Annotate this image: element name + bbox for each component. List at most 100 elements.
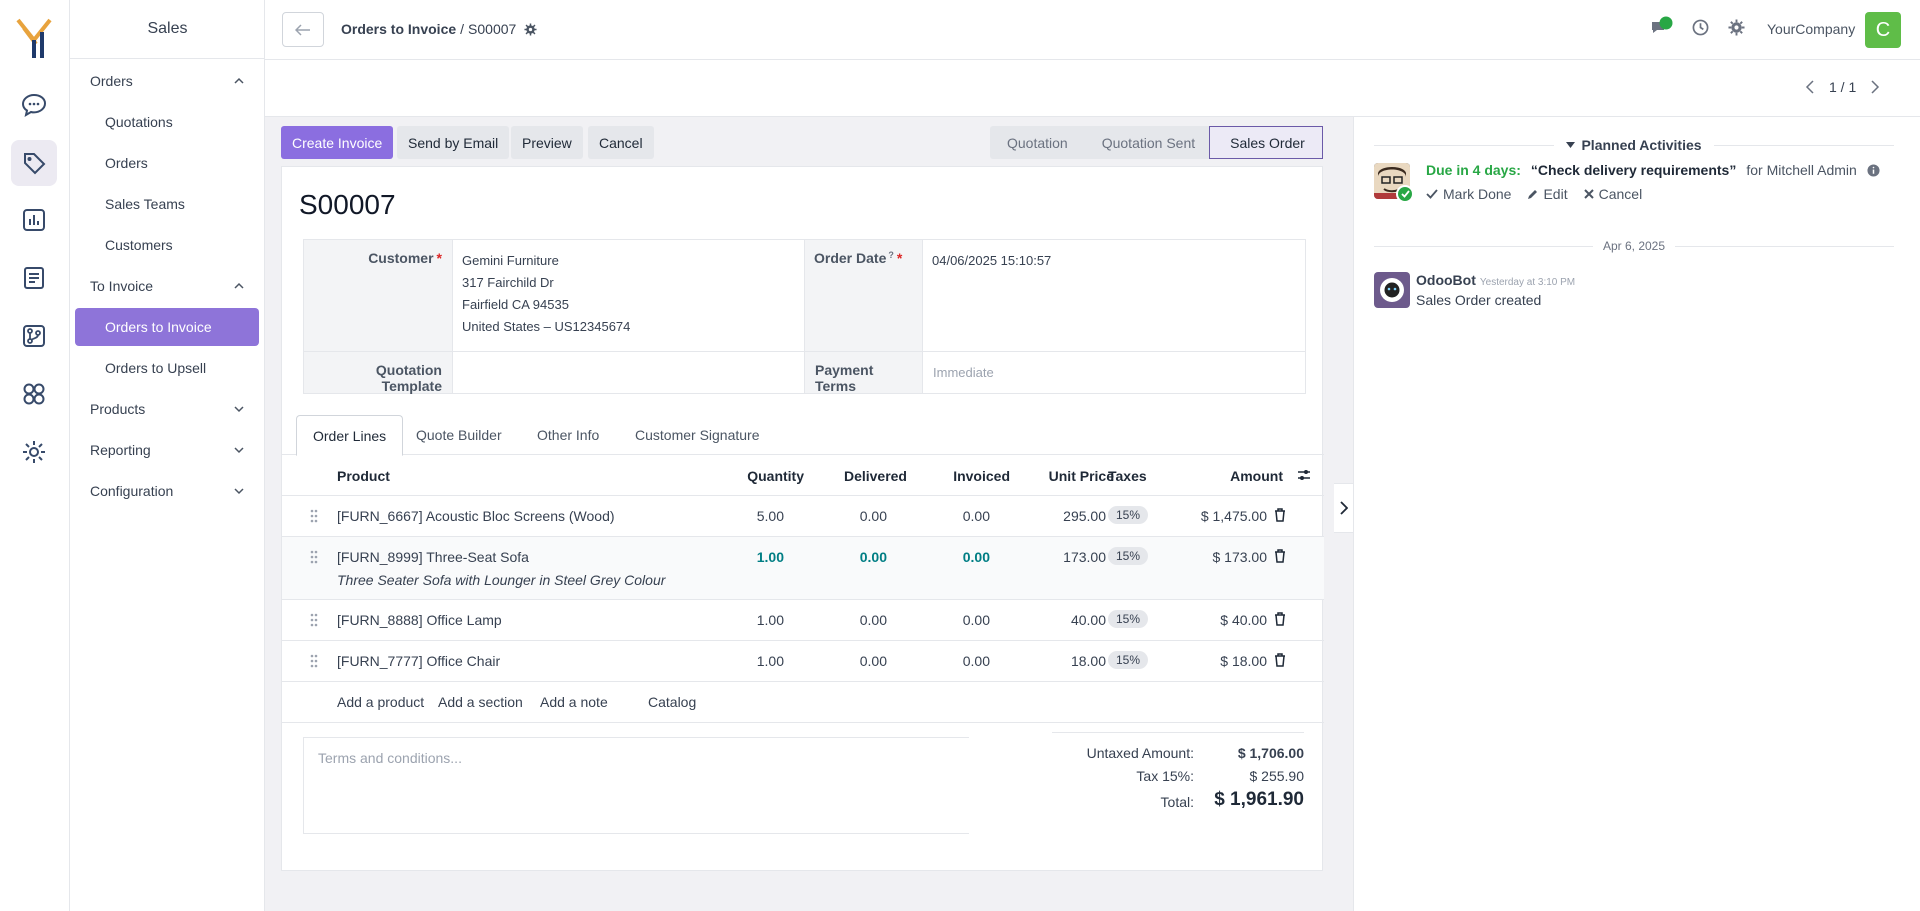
sidebar-item-to-invoice-group[interactable]: To Invoice — [75, 267, 259, 305]
preview-button[interactable]: Preview — [511, 126, 583, 159]
quotation-template-field[interactable] — [453, 352, 804, 393]
add-note-link[interactable]: Add a note — [540, 694, 608, 710]
sidebar-item-orders-to-invoice[interactable]: Orders to Invoice — [75, 308, 259, 346]
table-row[interactable]: [FURN_8999] Three-Seat Sofa Three Seater… — [282, 537, 1324, 600]
optional-columns-icon[interactable] — [1297, 468, 1311, 485]
user-avatar[interactable]: C — [1865, 12, 1901, 48]
cancel-activity-button[interactable]: Cancel — [1583, 186, 1642, 202]
sidebar-item-configuration[interactable]: Configuration — [75, 472, 259, 510]
pager-value[interactable]: 1 / 1 — [1829, 79, 1856, 95]
tab-other-info[interactable]: Other Info — [521, 415, 615, 455]
sidebar-item-customers[interactable]: Customers — [75, 226, 259, 264]
sales-tag-icon[interactable] — [11, 140, 57, 186]
sidebar-item-reporting[interactable]: Reporting — [75, 431, 259, 469]
back-button[interactable] — [282, 12, 324, 47]
drag-handle-icon[interactable] — [310, 508, 318, 527]
tab-order-lines[interactable]: Order Lines — [296, 415, 404, 456]
table-row[interactable]: [FURN_8888] Office Lamp 1.00 0.00 0.00 4… — [282, 600, 1324, 641]
line-invoiced[interactable]: 0.00 — [887, 549, 990, 565]
tax-badge[interactable]: 15% — [1108, 651, 1149, 669]
sidebar-item-orders-to-upsell[interactable]: Orders to Upsell — [75, 349, 259, 387]
mark-done-button[interactable]: Mark Done — [1426, 186, 1511, 202]
column-header-amount[interactable]: Amount — [1162, 468, 1283, 484]
gear-icon[interactable] — [524, 22, 537, 36]
add-product-link[interactable]: Add a product — [337, 694, 424, 710]
message-author[interactable]: OdooBot Yesterday at 3:10 PM — [1416, 272, 1575, 288]
line-description[interactable]: Three Seater Sofa with Lounger in Steel … — [337, 572, 665, 588]
breadcrumb-parent-link[interactable]: Orders to Invoice — [341, 21, 456, 37]
clock-icon[interactable] — [1692, 19, 1709, 39]
sidebar-item-quotations[interactable]: Quotations — [75, 103, 259, 141]
catalog-link[interactable]: Catalog — [648, 694, 696, 710]
help-tooltip-icon[interactable]: ? — [888, 250, 894, 260]
table-row[interactable]: [FURN_7777] Office Chair 1.00 0.00 0.00 … — [282, 641, 1324, 682]
status-step-quotation[interactable]: Quotation — [990, 126, 1082, 159]
settings-icon[interactable] — [11, 429, 57, 475]
terms-and-conditions-input[interactable]: Terms and conditions... — [303, 737, 969, 834]
chatter-toggle[interactable] — [1334, 483, 1354, 533]
line-product[interactable]: [FURN_7777] Office Chair — [337, 653, 500, 669]
line-product[interactable]: [FURN_8999] Three-Seat Sofa — [337, 549, 529, 565]
tab-quote-builder[interactable]: Quote Builder — [400, 415, 518, 455]
settings-gear-icon[interactable] — [1728, 19, 1745, 39]
discuss-icon[interactable] — [11, 82, 57, 128]
cancel-button[interactable]: Cancel — [588, 126, 654, 159]
line-product[interactable]: [FURN_6667] Acoustic Bloc Screens (Wood) — [337, 508, 615, 524]
line-delivered[interactable]: 0.00 — [784, 612, 887, 628]
column-header-quantity[interactable]: Quantity — [672, 468, 804, 484]
payment-terms-field[interactable]: Immediate — [923, 352, 1305, 393]
info-icon[interactable] — [1867, 163, 1880, 177]
column-header-delivered[interactable]: Delivered — [804, 468, 907, 484]
sidebar-item-orders-group[interactable]: Orders — [75, 62, 259, 100]
sidebar-item-products[interactable]: Products — [75, 390, 259, 428]
chevron-right-icon[interactable] — [1870, 80, 1880, 94]
line-unit-price[interactable]: 18.00 — [990, 653, 1106, 669]
line-unit-price[interactable]: 173.00 — [990, 549, 1106, 565]
line-delivered[interactable]: 0.00 — [784, 508, 887, 524]
drag-handle-icon[interactable] — [310, 549, 318, 568]
add-section-link[interactable]: Add a section — [438, 694, 523, 710]
send-by-email-button[interactable]: Send by Email — [397, 126, 510, 159]
document-icon[interactable] — [11, 255, 57, 301]
drag-handle-icon[interactable] — [310, 653, 318, 672]
line-invoiced[interactable]: 0.00 — [887, 612, 990, 628]
line-delivered[interactable]: 0.00 — [784, 549, 887, 565]
dashboard-icon[interactable] — [11, 197, 57, 243]
company-switcher[interactable]: YourCompany — [1767, 21, 1855, 37]
trash-icon[interactable] — [1274, 612, 1286, 629]
column-header-taxes[interactable]: Taxes — [1108, 468, 1147, 484]
tax-badge[interactable]: 15% — [1108, 506, 1149, 524]
tab-customer-signature[interactable]: Customer Signature — [619, 415, 776, 455]
sidebar-item-orders[interactable]: Orders — [75, 144, 259, 182]
edit-activity-button[interactable]: Edit — [1527, 186, 1568, 202]
chevron-left-icon[interactable] — [1805, 80, 1815, 94]
column-header-invoiced[interactable]: Invoiced — [907, 468, 1010, 484]
logo-icon[interactable] — [14, 16, 56, 60]
line-quantity[interactable]: 1.00 — [672, 549, 784, 565]
tax-badge[interactable]: 15% — [1108, 610, 1149, 628]
line-quantity[interactable]: 5.00 — [672, 508, 784, 524]
status-step-sales-order[interactable]: Sales Order — [1209, 126, 1323, 159]
line-product[interactable]: [FURN_8888] Office Lamp — [337, 612, 502, 628]
line-quantity[interactable]: 1.00 — [672, 612, 784, 628]
trash-icon[interactable] — [1274, 549, 1286, 566]
column-header-unit-price[interactable]: Unit Price — [1010, 468, 1114, 484]
order-date-field[interactable]: 04/06/2025 15:10:57 — [922, 240, 1305, 351]
line-unit-price[interactable]: 40.00 — [990, 612, 1106, 628]
line-unit-price[interactable]: 295.00 — [990, 508, 1106, 524]
line-invoiced[interactable]: 0.00 — [887, 508, 990, 524]
line-quantity[interactable]: 1.00 — [672, 653, 784, 669]
column-header-product[interactable]: Product — [337, 468, 390, 484]
trash-icon[interactable] — [1274, 508, 1286, 525]
tax-badge[interactable]: 15% — [1108, 547, 1149, 565]
line-delivered[interactable]: 0.00 — [784, 653, 887, 669]
sidebar-item-sales-teams[interactable]: Sales Teams — [75, 185, 259, 223]
planned-activities-title[interactable]: Planned Activities — [1554, 137, 1713, 153]
drag-handle-icon[interactable] — [310, 612, 318, 631]
git-icon[interactable] — [11, 313, 57, 359]
chat-icon[interactable] — [1650, 16, 1674, 41]
customer-field[interactable]: Gemini Furniture 317 Fairchild Dr Fairfi… — [452, 240, 804, 351]
create-invoice-button[interactable]: Create Invoice — [281, 126, 394, 159]
planned-activities-header[interactable]: Planned Activities — [1374, 135, 1895, 155]
trash-icon[interactable] — [1274, 653, 1286, 670]
